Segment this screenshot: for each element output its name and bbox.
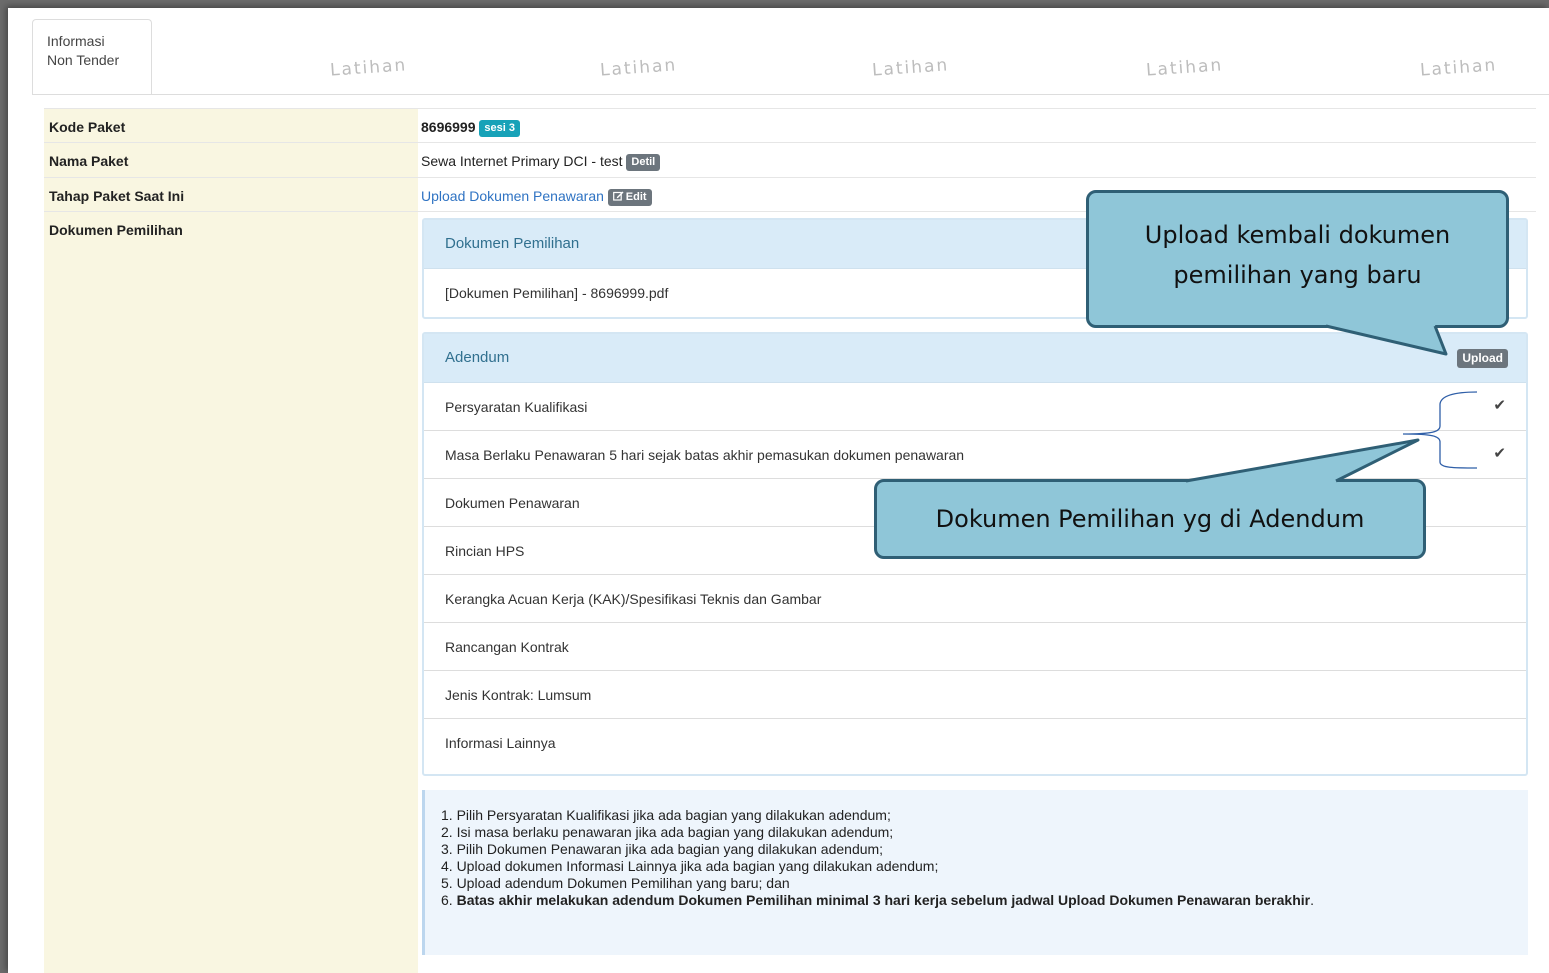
page-frame: Informasi Non Tender Latihan Latihan Lati… bbox=[8, 8, 1549, 973]
callout-adendum-pointer bbox=[1185, 438, 1420, 483]
